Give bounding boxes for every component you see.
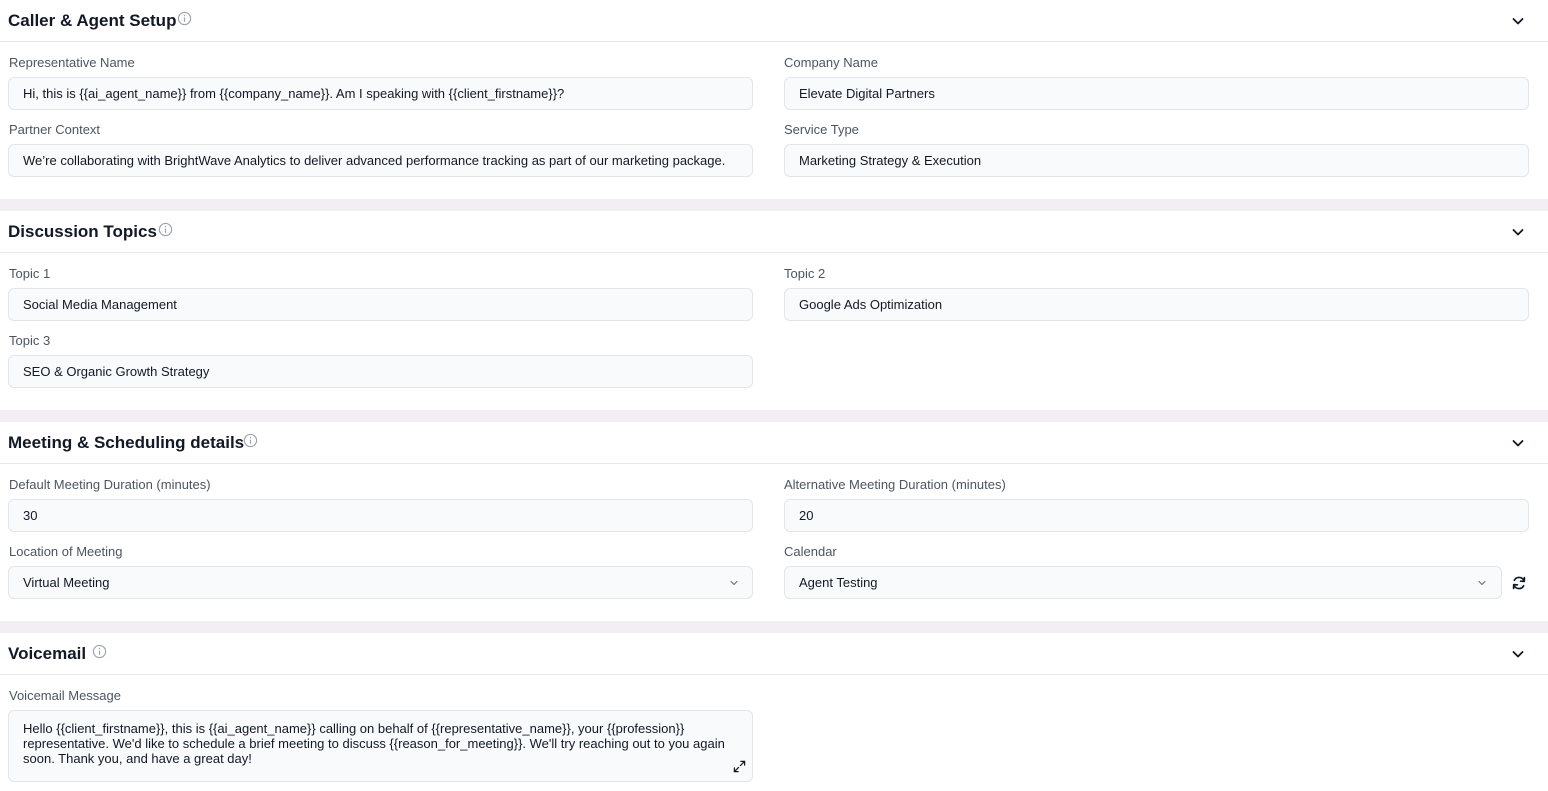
rep-name-label: Representative Name xyxy=(9,55,135,70)
info-icon[interactable] xyxy=(243,433,258,448)
service-type-value: Marketing Strategy & Execution xyxy=(799,153,982,168)
chevron-down-icon[interactable] xyxy=(1510,646,1526,662)
company-name-value: Elevate Digital Partners xyxy=(799,86,935,101)
topic1-input[interactable]: Social Media Management xyxy=(8,288,753,321)
refresh-icon[interactable] xyxy=(1511,575,1527,591)
rep-name-input[interactable]: Hi, this is {{ai_agent_name}} from {{com… xyxy=(8,77,753,110)
info-icon[interactable] xyxy=(158,222,173,237)
expand-icon[interactable] xyxy=(733,760,746,773)
topic2-value: Google Ads Optimization xyxy=(799,297,943,312)
section-voicemail: Voicemail Voicemail Message Hello {{clie… xyxy=(0,633,1548,791)
section-meeting-scheduling: Meeting & Scheduling details Default Mee… xyxy=(0,422,1548,621)
topic2-label: Topic 2 xyxy=(784,266,826,281)
chevron-down-icon xyxy=(730,580,738,586)
section-title: Meeting & Scheduling details xyxy=(8,433,245,452)
section-header[interactable]: Discussion Topics xyxy=(0,211,1548,253)
company-name-input[interactable]: Elevate Digital Partners xyxy=(784,77,1529,110)
section-title: Voicemail xyxy=(8,644,87,663)
topic2-input[interactable]: Google Ads Optimization xyxy=(784,288,1529,321)
alt-duration-value: 20 xyxy=(799,508,814,523)
section-title: Caller & Agent Setup xyxy=(8,11,177,30)
chevron-down-icon[interactable] xyxy=(1510,13,1526,29)
location-value: Virtual Meeting xyxy=(23,575,110,590)
topic3-value: SEO & Organic Growth Strategy xyxy=(23,364,210,379)
topic1-value: Social Media Management xyxy=(23,297,177,312)
chevron-down-icon[interactable] xyxy=(1510,224,1526,240)
alt-duration-input[interactable]: 20 xyxy=(784,499,1529,532)
location-label: Location of Meeting xyxy=(9,544,123,559)
section-caller-agent-setup: Caller & Agent Setup Representative Name… xyxy=(0,0,1548,199)
calendar-label: Calendar xyxy=(784,544,837,559)
info-icon[interactable] xyxy=(92,644,107,659)
calendar-value: Agent Testing xyxy=(799,575,878,590)
company-name-label: Company Name xyxy=(784,55,878,70)
partner-context-input[interactable]: We’re collaborating with BrightWave Anal… xyxy=(8,144,753,177)
section-discussion-topics: Discussion Topics Topic 1 Social Media M… xyxy=(0,211,1548,410)
partner-context-value: We’re collaborating with BrightWave Anal… xyxy=(23,153,726,168)
location-select[interactable]: Virtual Meeting xyxy=(8,566,753,599)
voicemail-message-label: Voicemail Message xyxy=(9,688,121,703)
topic1-label: Topic 1 xyxy=(9,266,51,281)
chevron-down-icon[interactable] xyxy=(1510,435,1526,451)
section-title: Discussion Topics xyxy=(8,222,157,241)
topic3-input[interactable]: SEO & Organic Growth Strategy xyxy=(8,355,753,388)
section-header[interactable]: Meeting & Scheduling details xyxy=(0,422,1548,464)
voicemail-message-value: Hello {{client_firstname}}, this is {{ai… xyxy=(23,721,725,766)
calendar-select[interactable]: Agent Testing xyxy=(784,566,1502,599)
service-type-input[interactable]: Marketing Strategy & Execution xyxy=(784,144,1529,177)
section-header[interactable]: Voicemail xyxy=(0,633,1548,675)
default-duration-input[interactable]: 30 xyxy=(8,499,753,532)
partner-context-label: Partner Context xyxy=(9,122,101,137)
default-duration-value: 30 xyxy=(23,508,38,523)
rep-name-value: Hi, this is {{ai_agent_name}} from {{com… xyxy=(23,86,565,101)
info-icon[interactable] xyxy=(177,11,192,26)
service-type-label: Service Type xyxy=(784,122,859,137)
chevron-down-icon xyxy=(1478,580,1486,586)
voicemail-message-textarea[interactable]: Hello {{client_firstname}}, this is {{ai… xyxy=(8,710,753,782)
topic3-label: Topic 3 xyxy=(9,333,51,348)
alt-duration-label: Alternative Meeting Duration (minutes) xyxy=(784,477,1006,492)
default-duration-label: Default Meeting Duration (minutes) xyxy=(9,477,211,492)
section-header[interactable]: Caller & Agent Setup xyxy=(0,0,1548,42)
